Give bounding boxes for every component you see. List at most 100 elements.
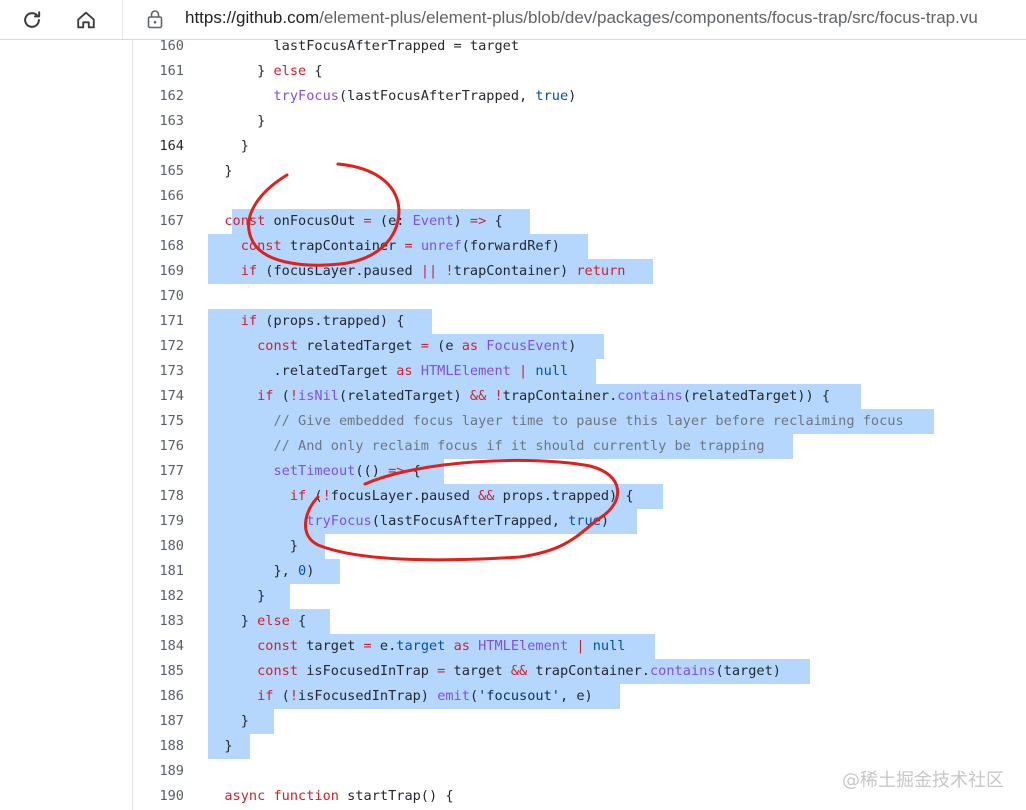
code-token: as (453, 638, 470, 654)
line-number[interactable]: 182 (140, 584, 184, 609)
line-number[interactable]: 176 (140, 434, 184, 459)
code-line: 183 } else { (0, 609, 1026, 634)
code-text[interactable]: } (208, 109, 265, 134)
code-text[interactable]: // Give embedded focus layer time to pau… (208, 409, 904, 434)
code-token: => (469, 213, 487, 229)
code-text[interactable]: if (!isFocusedInTrap) emit('focusout', e… (208, 684, 593, 709)
line-number[interactable]: 172 (140, 334, 184, 359)
line-number[interactable]: 181 (140, 559, 184, 584)
line-number[interactable]: 162 (140, 84, 184, 109)
code-text[interactable]: async function startTrap() { (208, 784, 453, 809)
code-text[interactable]: if (!focusLayer.paused && props.trapped)… (208, 484, 634, 509)
home-button[interactable] (70, 4, 102, 36)
code-token: && (510, 663, 528, 679)
code-text[interactable]: tryFocus(lastFocusAfterTrapped, true) (208, 509, 609, 534)
code-token: if (240, 313, 258, 329)
line-number[interactable]: 186 (140, 684, 184, 709)
line-number[interactable]: 161 (140, 59, 184, 84)
code-text[interactable]: } else { (208, 59, 323, 84)
line-number[interactable]: 188 (140, 734, 184, 759)
url-text[interactable]: https://github.com/element-plus/element-… (185, 8, 978, 28)
address-bar[interactable]: https://github.com/element-plus/element-… (122, 0, 1026, 39)
code-text[interactable]: const trapContainer = unref(forwardRef) (208, 234, 560, 259)
code-token: } (208, 63, 274, 79)
line-number[interactable]: 183 (140, 609, 184, 634)
code-text[interactable]: // And only reclaim focus if it should c… (208, 434, 764, 459)
reload-icon (24, 11, 41, 28)
line-number[interactable]: 174 (140, 384, 184, 409)
code-token: // Give embedded focus layer time to pau… (208, 413, 904, 429)
code-token: FocusEvent (486, 338, 569, 354)
line-number[interactable]: 187 (140, 709, 184, 734)
code-token: ) (568, 338, 577, 354)
code-token: && (469, 388, 487, 404)
line-number[interactable]: 160 (140, 40, 184, 59)
code-text[interactable]: } (208, 134, 249, 159)
code-token: (focusLayer.paused (257, 263, 421, 279)
code-token: (target) (715, 663, 781, 679)
code-token: target (298, 638, 364, 654)
code-text[interactable]: if (props.trapped) { (208, 309, 405, 334)
code-text[interactable]: } (208, 159, 232, 184)
code-line: 174 if (!isNil(relatedTarget) && !trapCo… (0, 384, 1026, 409)
code-text[interactable]: if (!isNil(relatedTarget) && !trapContai… (208, 384, 830, 409)
code-text[interactable]: tryFocus(lastFocusAfterTrapped, true) (208, 84, 576, 109)
code-token: (lastFocusAfterTrapped, (338, 88, 536, 104)
line-number[interactable]: 166 (140, 184, 184, 209)
line-number[interactable]: 168 (140, 234, 184, 259)
code-line: 169 if (focusLayer.paused || !trapContai… (0, 259, 1026, 284)
code-text[interactable]: .relatedTarget as HTMLElement | null (208, 359, 568, 384)
code-token: ) (453, 213, 470, 229)
code-text[interactable]: lastFocusAfterTrapped = target (208, 40, 519, 59)
line-number[interactable]: 173 (140, 359, 184, 384)
line-number[interactable]: 164 (140, 134, 184, 159)
code-token: emit (437, 688, 470, 704)
code-line: 173 .relatedTarget as HTMLElement | null (0, 359, 1026, 384)
code-text[interactable]: const isFocusedInTrap = target && trapCo… (208, 659, 781, 684)
code-token: ) (306, 563, 315, 579)
line-number[interactable]: 165 (140, 159, 184, 184)
line-number[interactable]: 185 (140, 659, 184, 684)
code-text[interactable]: } (208, 534, 298, 559)
code-token: const (240, 238, 282, 254)
code-text[interactable]: } (208, 734, 232, 759)
line-number[interactable]: 189 (140, 759, 184, 784)
code-text[interactable]: } (208, 584, 265, 609)
code-token: unref (420, 238, 462, 254)
code-token: 'focusout' (478, 688, 560, 704)
line-number[interactable]: 180 (140, 534, 184, 559)
code-token: isFocusedInTrap) (298, 688, 438, 704)
line-number[interactable]: 177 (140, 459, 184, 484)
code-text[interactable]: const onFocusOut = (e: Event) => { (208, 209, 502, 234)
code-line: 166 (0, 184, 1026, 209)
code-token: trapContainer (281, 238, 405, 254)
code-token: { (306, 63, 323, 79)
code-text[interactable]: if (focusLayer.paused || !trapContainer)… (208, 259, 626, 284)
line-number[interactable]: 175 (140, 409, 184, 434)
code-line: 165 } (0, 159, 1026, 184)
reload-button[interactable] (16, 4, 48, 36)
code-token: } (208, 588, 266, 604)
code-text[interactable]: } (208, 709, 249, 734)
line-number[interactable]: 171 (140, 309, 184, 334)
code-text[interactable]: } else { (208, 609, 307, 634)
line-number[interactable]: 190 (140, 784, 184, 809)
code-text[interactable]: setTimeout(() => { (208, 459, 420, 484)
code-token: ( (273, 688, 290, 704)
line-number[interactable]: 170 (140, 284, 184, 309)
code-token: if (257, 688, 274, 704)
line-number[interactable]: 184 (140, 634, 184, 659)
code-text[interactable]: }, 0) (208, 559, 314, 584)
line-number[interactable]: 179 (140, 509, 184, 534)
code-text[interactable]: const relatedTarget = (e as FocusEvent) (208, 334, 576, 359)
line-number[interactable]: 163 (140, 109, 184, 134)
code-token: ( (469, 688, 479, 704)
line-number[interactable]: 167 (140, 209, 184, 234)
code-line: 184 const target = e.target as HTMLEleme… (0, 634, 1026, 659)
code-text[interactable]: const target = e.target as HTMLElement |… (208, 634, 625, 659)
line-number[interactable]: 178 (140, 484, 184, 509)
line-number[interactable]: 169 (140, 259, 184, 284)
